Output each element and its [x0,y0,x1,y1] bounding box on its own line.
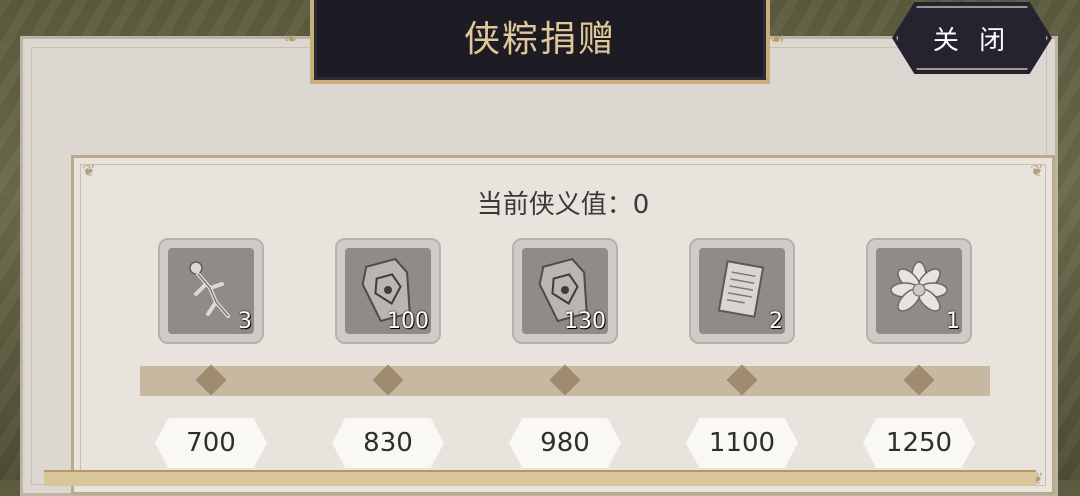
close-button[interactable]: 关 闭 [892,2,1052,74]
reward-item-5[interactable]: 1 [866,238,972,344]
page-title: 侠粽捐赠 [463,19,616,60]
reward-count: 3 [238,309,252,334]
flourish-icon: ☙ [770,29,785,48]
close-button-label: 关 闭 [932,25,1012,56]
threshold-badge: 830 [332,418,444,468]
reward-item-3[interactable]: 130 [512,238,618,344]
reward-count: 100 [387,309,429,334]
flourish-icon: ❧ [284,29,298,48]
donation-panel: ❦ ❦ ❦ ❦ 当前侠义值：0 3 100 [20,36,1058,496]
threshold-badge: 980 [509,418,621,468]
reward-count: 1 [946,309,960,334]
skeleton-figure-icon [189,261,230,318]
threshold-badge: 700 [155,418,267,468]
current-chivalry-value: 当前侠义值：0 [476,190,650,220]
title-plaque: 侠粽捐赠 [310,0,770,84]
corner-ornament: ❦ [1030,161,1044,180]
threshold-badge: 1100 [686,418,798,468]
bottom-panel-edge [44,470,1036,486]
reward-count: 2 [769,309,783,334]
reward-item-4[interactable]: 2 [689,238,795,344]
reward-item-1[interactable]: 3 [158,238,264,344]
corner-ornament: ❦ [82,161,96,180]
reward-count: 130 [564,309,606,334]
scroll-paper-icon [717,260,765,318]
reward-card: ❦ ❦ ❦ ❦ 当前侠义值：0 3 100 [71,155,1055,495]
reward-item-2[interactable]: 100 [335,238,441,344]
threshold-badge: 1250 [863,418,975,468]
lotus-flower-icon [890,261,948,312]
